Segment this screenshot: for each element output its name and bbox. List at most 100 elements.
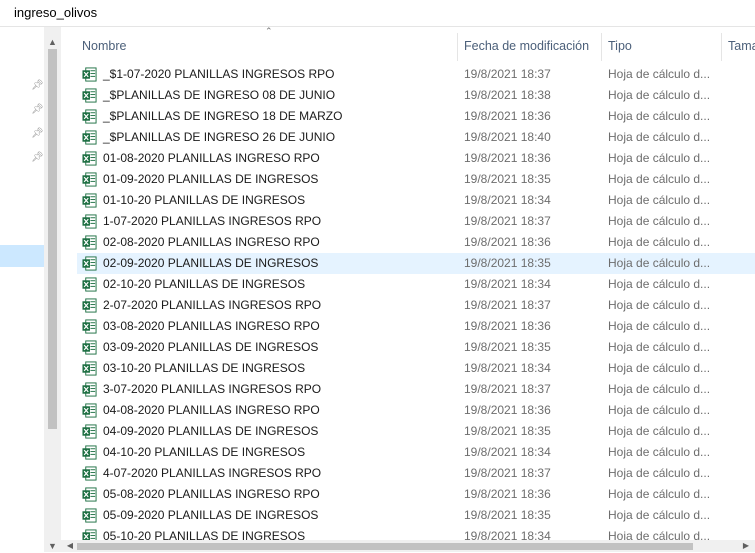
file-type: Hoja de cálculo d...: [608, 445, 711, 459]
navigation-pane: 📌︎ 📌︎ 📌︎ 📌︎: [0, 27, 44, 552]
excel-file-icon: [82, 235, 97, 250]
file-name: 2-07-2020 PLANILLAS INGRESOS RPO: [103, 298, 322, 312]
file-row[interactable]: 02-08-2020 PLANILLAS INGRESO RPO 19/8/202…: [77, 232, 755, 253]
file-row[interactable]: 05-10-20 PLANILLAS DE INGRESOS 19/8/2021 …: [77, 526, 755, 540]
file-type: Hoja de cálculo d...: [608, 256, 711, 270]
file-name: 04-08-2020 PLANILLAS INGRESO RPO: [103, 403, 320, 417]
excel-file-icon: [82, 529, 97, 540]
horizontal-scrollbar[interactable]: ◀ ▶: [61, 540, 755, 552]
column-divider[interactable]: [457, 33, 458, 61]
pin-icon[interactable]: 📌︎: [31, 105, 44, 115]
file-modified-date: 19/8/2021 18:35: [464, 340, 551, 354]
excel-file-icon: [82, 298, 97, 313]
file-name: 01-09-2020 PLANILLAS DE INGRESOS: [103, 172, 319, 186]
title-bar: ingreso_olivos: [0, 0, 755, 27]
scrollbar-thumb[interactable]: [48, 49, 57, 429]
pin-icon[interactable]: 📌︎: [31, 129, 44, 139]
file-type: Hoja de cálculo d...: [608, 235, 711, 249]
file-name: 3-07-2020 PLANILLAS INGRESOS RPO: [103, 382, 322, 396]
file-modified-date: 19/8/2021 18:35: [464, 256, 551, 270]
excel-file-icon: [82, 109, 97, 124]
file-row[interactable]: _$PLANILLAS DE INGRESO 26 DE JUNIO 19/8/2…: [77, 127, 755, 148]
excel-file-icon: [82, 67, 97, 82]
file-name: 04-10-20 PLANILLAS DE INGRESOS: [103, 445, 306, 459]
file-name: 05-08-2020 PLANILLAS INGRESO RPO: [103, 487, 320, 501]
file-type: Hoja de cálculo d...: [608, 487, 711, 501]
scrollbar-thumb[interactable]: [77, 543, 693, 550]
file-modified-date: 19/8/2021 18:38: [464, 88, 551, 102]
nav-selected-item[interactable]: [0, 245, 44, 267]
file-row[interactable]: 03-09-2020 PLANILLAS DE INGRESOS 19/8/202…: [77, 337, 755, 358]
file-row[interactable]: 03-10-20 PLANILLAS DE INGRESOS 19/8/2021 …: [77, 358, 755, 379]
file-name: 02-08-2020 PLANILLAS INGRESO RPO: [103, 235, 320, 249]
file-row[interactable]: 05-08-2020 PLANILLAS INGRESO RPO 19/8/202…: [77, 484, 755, 505]
vertical-scrollbar[interactable]: ▲ ▼: [44, 27, 61, 552]
scroll-down-arrow-icon[interactable]: ▼: [44, 539, 61, 553]
excel-file-icon: [82, 256, 97, 271]
scroll-left-arrow-icon[interactable]: ◀: [63, 540, 77, 552]
file-name: 05-10-20 PLANILLAS DE INGRESOS: [103, 529, 306, 540]
excel-file-icon: [82, 88, 97, 103]
file-row[interactable]: 2-07-2020 PLANILLAS INGRESOS RPO 19/8/202…: [77, 295, 755, 316]
file-row[interactable]: _$1-07-2020 PLANILLAS INGRESOS RPO 19/8/2…: [77, 64, 755, 85]
file-row[interactable]: 05-09-2020 PLANILLAS DE INGRESOS 19/8/202…: [77, 505, 755, 526]
file-type: Hoja de cálculo d...: [608, 382, 711, 396]
file-name: 03-10-20 PLANILLAS DE INGRESOS: [103, 361, 306, 375]
file-row[interactable]: 1-07-2020 PLANILLAS INGRESOS RPO 19/8/202…: [77, 211, 755, 232]
file-row[interactable]: 01-09-2020 PLANILLAS DE INGRESOS 19/8/202…: [77, 169, 755, 190]
column-header-type[interactable]: Tipo: [608, 39, 632, 53]
file-row[interactable]: 01-10-20 PLANILLAS DE INGRESOS 19/8/2021 …: [77, 190, 755, 211]
column-divider[interactable]: [601, 33, 602, 61]
column-header-name[interactable]: Nombre: [82, 39, 126, 53]
file-name: 02-10-20 PLANILLAS DE INGRESOS: [103, 277, 306, 291]
file-name: 1-07-2020 PLANILLAS INGRESOS RPO: [103, 214, 322, 228]
file-row[interactable]: 02-09-2020 PLANILLAS DE INGRESOS 19/8/202…: [77, 253, 755, 274]
excel-file-icon: [82, 508, 97, 523]
scroll-up-arrow-icon[interactable]: ▲: [44, 35, 61, 49]
file-name: _$PLANILLAS DE INGRESO 08 DE JUNIO: [103, 88, 336, 102]
file-type: Hoja de cálculo d...: [608, 466, 711, 480]
file-row[interactable]: _$PLANILLAS DE INGRESO 18 DE MARZO 19/8/2…: [77, 106, 755, 127]
file-modified-date: 19/8/2021 18:35: [464, 508, 551, 522]
file-row[interactable]: 4-07-2020 PLANILLAS INGRESOS RPO 19/8/202…: [77, 463, 755, 484]
file-type: Hoja de cálculo d...: [608, 193, 711, 207]
excel-file-icon: [82, 151, 97, 166]
file-row[interactable]: 03-08-2020 PLANILLAS INGRESO RPO 19/8/202…: [77, 316, 755, 337]
excel-file-icon: [82, 466, 97, 481]
pin-icon[interactable]: 📌︎: [31, 81, 44, 91]
excel-file-icon: [82, 130, 97, 145]
excel-file-icon: [82, 403, 97, 418]
column-header-size[interactable]: Tama: [728, 39, 755, 53]
file-type: Hoja de cálculo d...: [608, 214, 711, 228]
file-name: _$1-07-2020 PLANILLAS INGRESOS RPO: [103, 67, 335, 81]
file-row[interactable]: _$PLANILLAS DE INGRESO 08 DE JUNIO 19/8/2…: [77, 85, 755, 106]
pin-icon[interactable]: 📌︎: [31, 153, 44, 163]
file-modified-date: 19/8/2021 18:40: [464, 130, 551, 144]
file-row[interactable]: 04-10-20 PLANILLAS DE INGRESOS 19/8/2021 …: [77, 442, 755, 463]
scroll-right-arrow-icon[interactable]: ▶: [739, 540, 753, 552]
file-name: _$PLANILLAS DE INGRESO 26 DE JUNIO: [103, 130, 336, 144]
file-name: 03-09-2020 PLANILLAS DE INGRESOS: [103, 340, 319, 354]
file-modified-date: 19/8/2021 18:37: [464, 67, 551, 81]
file-row[interactable]: 3-07-2020 PLANILLAS INGRESOS RPO 19/8/202…: [77, 379, 755, 400]
column-divider[interactable]: [721, 33, 722, 61]
file-type: Hoja de cálculo d...: [608, 529, 711, 540]
column-header-date[interactable]: Fecha de modificación: [464, 39, 589, 53]
file-type: Hoja de cálculo d...: [608, 361, 711, 375]
window-title: ingreso_olivos: [14, 5, 98, 20]
column-header-row: ⌃ Nombre Fecha de modificación Tipo Tama: [61, 26, 755, 63]
file-row[interactable]: 04-08-2020 PLANILLAS INGRESO RPO 19/8/202…: [77, 400, 755, 421]
file-type: Hoja de cálculo d...: [608, 298, 711, 312]
excel-file-icon: [82, 193, 97, 208]
file-row[interactable]: 02-10-20 PLANILLAS DE INGRESOS 19/8/2021 …: [77, 274, 755, 295]
file-row[interactable]: 04-09-2020 PLANILLAS DE INGRESOS 19/8/202…: [77, 421, 755, 442]
file-type: Hoja de cálculo d...: [608, 319, 711, 333]
file-name: 05-09-2020 PLANILLAS DE INGRESOS: [103, 508, 319, 522]
excel-file-icon: [82, 445, 97, 460]
file-modified-date: 19/8/2021 18:36: [464, 487, 551, 501]
file-modified-date: 19/8/2021 18:36: [464, 235, 551, 249]
file-type: Hoja de cálculo d...: [608, 403, 711, 417]
file-modified-date: 19/8/2021 18:36: [464, 151, 551, 165]
file-modified-date: 19/8/2021 18:36: [464, 109, 551, 123]
file-row[interactable]: 01-08-2020 PLANILLAS INGRESO RPO 19/8/202…: [77, 148, 755, 169]
